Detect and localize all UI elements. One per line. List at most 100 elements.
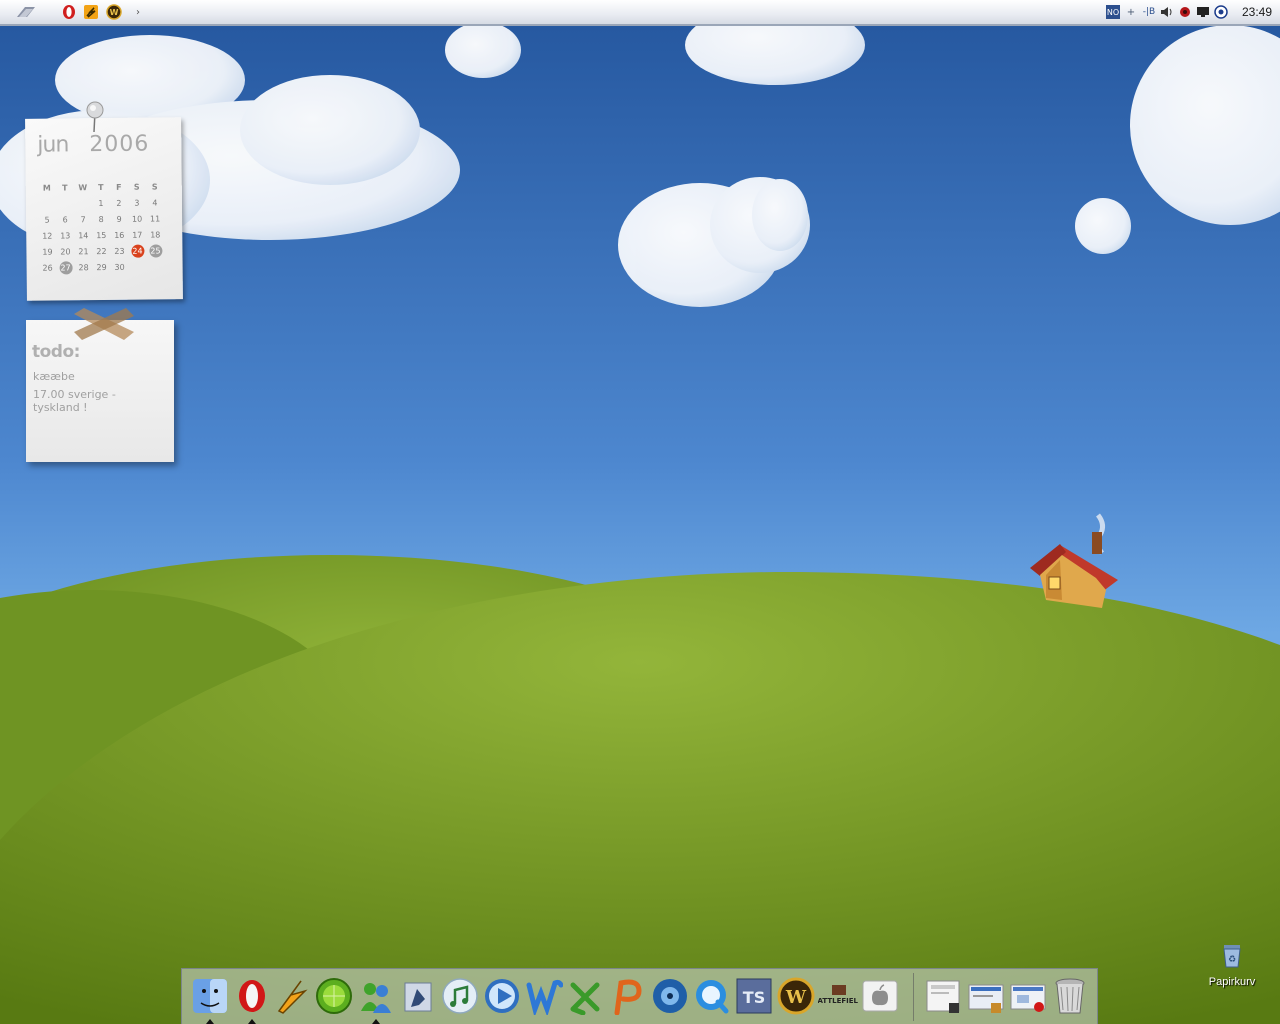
todo-item[interactable]: kææbe — [33, 370, 163, 383]
calendar-day-number: 21 — [78, 247, 89, 257]
quicklaunch-expand-chevron[interactable]: › — [133, 3, 143, 21]
calendar-day-number: 4 — [152, 198, 158, 208]
calendar-day[interactable]: 8 — [92, 212, 110, 228]
dock-item-apple[interactable] — [860, 976, 900, 1016]
dock-item-dvd-player[interactable] — [650, 976, 690, 1016]
mail-icon — [404, 982, 432, 1012]
calendar-day[interactable]: 2 — [110, 196, 128, 212]
calendar-day-number: 15 — [96, 230, 107, 241]
calendar-day[interactable]: 1 — [92, 196, 110, 212]
start-menu-button[interactable] — [14, 3, 38, 21]
calendar-day[interactable]: 5 — [38, 213, 56, 229]
dock-item-world-of-warcraft[interactable]: W — [776, 976, 816, 1016]
language-indicator[interactable]: NO — [1105, 5, 1120, 19]
calendar-day[interactable]: 20 — [56, 244, 74, 260]
dock-item-mail[interactable] — [398, 976, 438, 1016]
calendar-day[interactable]: 10 — [128, 212, 146, 228]
calendar-day[interactable]: 4 — [146, 195, 164, 211]
messenger-status-icon[interactable] — [1214, 5, 1228, 19]
dock-minimized-window-2[interactable] — [966, 976, 1006, 1016]
antivirus-icon[interactable] — [1178, 5, 1192, 19]
calendar-week-row: 1 2 3 4 — [38, 195, 164, 212]
calendar-day-number: 1 — [98, 199, 104, 209]
dock-item-finder[interactable] — [190, 976, 230, 1016]
calendar-day[interactable]: 14 — [74, 228, 92, 244]
dock-item-teamspeak[interactable]: TS — [734, 976, 774, 1016]
calendar-day[interactable]: 27 — [57, 260, 75, 276]
calendar-day[interactable]: 30 — [111, 260, 129, 276]
taskbar-clock[interactable]: 23:49 — [1242, 5, 1272, 19]
dock-item-excel[interactable] — [566, 976, 606, 1016]
calendar-day — [74, 196, 92, 212]
volume-icon[interactable] — [1160, 5, 1174, 19]
calendar-day[interactable]: 25 — [146, 243, 164, 259]
opera-icon — [63, 5, 75, 19]
calendar-day — [129, 260, 147, 276]
running-indicator — [248, 1019, 256, 1024]
calendar-day[interactable]: 23 — [110, 244, 128, 260]
calendar-day — [56, 196, 74, 212]
dock-item-msn-messenger[interactable] — [356, 976, 396, 1016]
dock-item-opera[interactable] — [232, 976, 272, 1016]
calendar-day-number: 30 — [114, 262, 125, 272]
dock-item-powerpoint[interactable] — [608, 976, 648, 1016]
calendar-weekday: F — [115, 182, 122, 192]
apple-icon — [862, 980, 898, 1012]
calendar-day[interactable]: 13 — [56, 228, 74, 244]
calendar-day[interactable]: 19 — [38, 245, 56, 261]
calendar-day[interactable]: 18 — [146, 227, 164, 243]
calendar-day[interactable]: 22 — [92, 244, 110, 260]
calendar-weekday: W — [78, 183, 88, 193]
calendar-grid: M T W T F S S 1 2 3 4 5 6 7 8 9 10 11 12 13 14 15 16 17 18 19 20 21… — [38, 179, 165, 276]
calendar-day[interactable]: 11 — [146, 211, 164, 227]
calendar-day[interactable]: 6 — [56, 212, 74, 228]
running-indicator — [206, 1019, 214, 1024]
powerpoint-icon — [614, 979, 642, 1015]
calendar-day[interactable]: 24 — [128, 244, 146, 260]
dock-minimized-window-3[interactable] — [1008, 976, 1048, 1016]
todo-item[interactable]: 17.00 sverige - tyskland ! — [33, 388, 163, 414]
dock-item-media-player[interactable] — [482, 976, 522, 1016]
dock-item-battlefield[interactable]: BATTLEFIELD — [818, 976, 858, 1016]
dock-item-word[interactable] — [524, 976, 564, 1016]
calendar-day-number: 6 — [62, 215, 68, 225]
todo-list: kææbe 17.00 sverige - tyskland ! — [33, 370, 163, 419]
calendar-day-number: 28 — [78, 263, 89, 273]
calendar-day[interactable]: 3 — [128, 196, 146, 212]
quicklaunch-opera[interactable] — [60, 3, 78, 21]
calendar-day[interactable]: 12 — [38, 229, 56, 245]
quicklaunch-winamp[interactable] — [82, 3, 100, 21]
top-taskbar: W › NO + -|B 23:49 — [0, 0, 1280, 26]
dock-item-trash[interactable] — [1050, 976, 1090, 1016]
recycle-bin-label: Papirkurv — [1208, 976, 1256, 988]
world-of-warcraft-icon: W — [777, 977, 815, 1015]
calendar-day[interactable]: 21 — [74, 244, 92, 260]
dock-item-limewire[interactable] — [314, 976, 354, 1016]
calendar-day-number: 16 — [114, 230, 125, 240]
application-dock: TS W BATTLEFIELD — [181, 968, 1098, 1024]
calendar-day[interactable]: 9 — [110, 212, 128, 228]
display-icon[interactable] — [1196, 5, 1210, 19]
calendar-day[interactable]: 16 — [110, 228, 128, 244]
calendar-day-number: 9 — [116, 214, 122, 224]
calendar-day — [38, 197, 56, 213]
svg-text:W: W — [110, 8, 119, 17]
calendar-day[interactable]: 28 — [75, 260, 93, 276]
calendar-widget[interactable]: jun 2006 M T W T F S S 1 2 3 4 5 6 7 8 9 10 11 12 13 14 15 16 1… — [25, 117, 183, 301]
dock-item-itunes[interactable] — [440, 976, 480, 1016]
calendar-day[interactable]: 29 — [93, 260, 111, 276]
network-icon[interactable]: + — [1124, 5, 1138, 19]
calendar-day[interactable]: 17 — [128, 228, 146, 244]
dock-item-winamp[interactable] — [272, 976, 312, 1016]
calendar-month: jun — [37, 132, 69, 158]
recycle-bin-desktop-icon[interactable]: ♻ Papirkurv — [1204, 940, 1260, 988]
connection-icon[interactable]: -|B — [1142, 5, 1156, 19]
opera-icon — [239, 980, 265, 1012]
calendar-day[interactable]: 15 — [92, 228, 110, 244]
quicklaunch-world-of-warcraft[interactable]: W — [105, 3, 123, 21]
dock-item-quicktime[interactable] — [692, 976, 732, 1016]
calendar-day[interactable]: 26 — [39, 260, 57, 276]
calendar-day-number: 25 — [150, 246, 161, 256]
dock-minimized-window-1[interactable] — [924, 976, 964, 1016]
calendar-day[interactable]: 7 — [74, 212, 92, 228]
